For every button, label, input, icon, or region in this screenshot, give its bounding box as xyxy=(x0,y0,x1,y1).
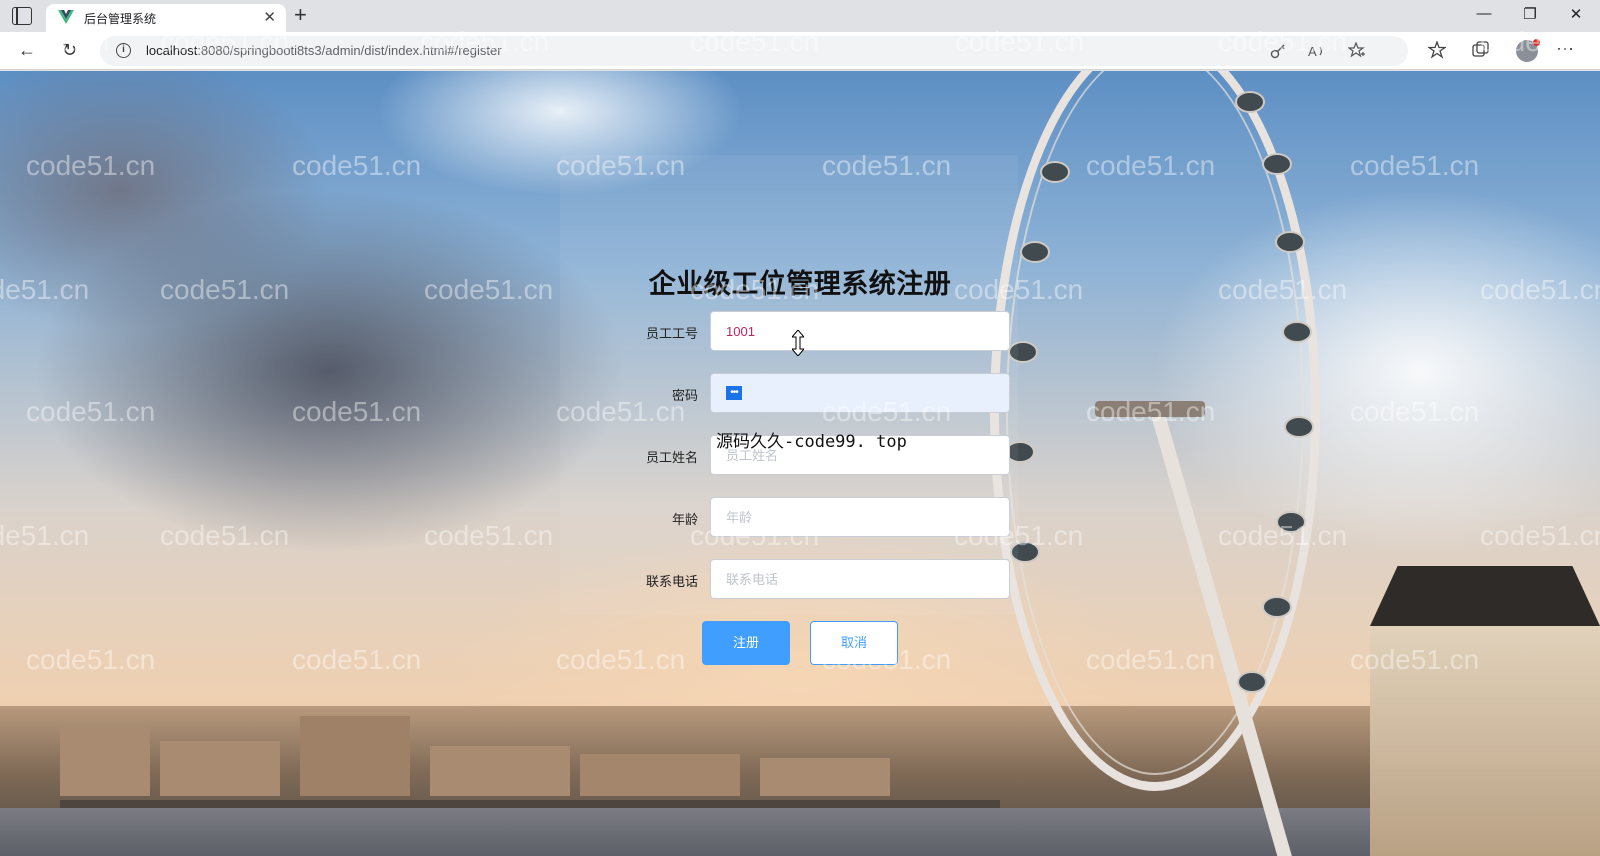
county-hall-scene xyxy=(1370,626,1600,856)
address-bar: ← ↻ i localhost:8080/springbooti8ts3/adm… xyxy=(0,32,1600,70)
employee-name-label: 员工姓名 xyxy=(645,450,698,465)
employee-id-label: 员工工号 xyxy=(645,326,698,341)
favorites-icon[interactable] xyxy=(1428,41,1446,59)
browser-tab-bar: 后台管理系统 ✕ + — ❐ ✕ xyxy=(0,0,1600,32)
password-mask: ••• xyxy=(726,386,742,400)
back-button[interactable]: ← xyxy=(18,40,36,61)
url-path: :8080/springbooti8ts3/admin/dist/index.h… xyxy=(197,43,502,58)
new-tab-button[interactable]: + xyxy=(294,2,307,28)
password-input[interactable] xyxy=(710,373,1010,413)
url-host: localhost xyxy=(146,43,198,58)
phone-input[interactable] xyxy=(710,559,1010,599)
close-window-button[interactable]: ✕ xyxy=(1558,5,1594,23)
tab-close-icon[interactable]: ✕ xyxy=(263,8,276,26)
register-button[interactable]: 注册 xyxy=(702,621,790,665)
skyline-scene xyxy=(0,706,1600,856)
vue-logo-icon xyxy=(58,10,74,24)
key-icon[interactable] xyxy=(1270,43,1286,59)
collections-icon[interactable] xyxy=(1472,41,1490,59)
source-overlay-text: 源码久久-code99. top xyxy=(716,432,907,452)
cancel-button[interactable]: 取消 xyxy=(810,621,898,665)
site-info-icon[interactable]: i xyxy=(116,43,131,58)
employee-id-input[interactable] xyxy=(710,311,1010,351)
age-label: 年龄 xyxy=(671,512,698,527)
refresh-button[interactable]: ↻ xyxy=(62,40,77,61)
url-field[interactable]: i localhost:8080/springbooti8ts3/admin/d… xyxy=(100,36,1408,66)
tab-actions-icon[interactable] xyxy=(12,7,32,25)
add-favorite-icon[interactable] xyxy=(1348,42,1366,60)
profile-avatar[interactable] xyxy=(1516,39,1540,62)
password-label: 密码 xyxy=(671,388,698,403)
svg-text:A: A xyxy=(1308,44,1317,59)
resize-cursor-icon xyxy=(792,330,804,356)
age-input[interactable] xyxy=(710,497,1010,537)
browser-tab[interactable]: 后台管理系统 ✕ xyxy=(46,4,286,32)
read-aloud-icon[interactable]: A xyxy=(1308,43,1326,59)
tab-title: 后台管理系统 xyxy=(84,12,157,26)
settings-more-icon[interactable]: ··· xyxy=(1556,38,1574,59)
minimize-button[interactable]: — xyxy=(1466,5,1502,22)
page-title: 企业级工位管理系统注册 xyxy=(648,269,952,299)
url-text: localhost:8080/springbooti8ts3/admin/dis… xyxy=(146,43,502,58)
phone-label: 联系电话 xyxy=(645,574,698,589)
restore-button[interactable]: ❐ xyxy=(1512,5,1548,23)
